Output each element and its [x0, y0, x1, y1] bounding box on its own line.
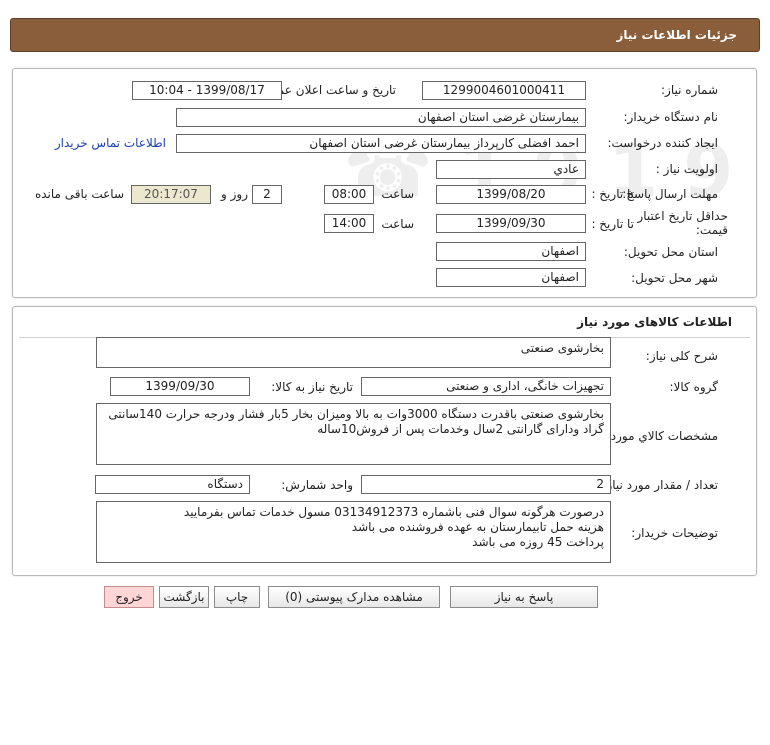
goods-info-panel: 0 2 1 - 8 8 3 4 9 6 7 0 اطلاعات کالاهای …	[12, 306, 757, 576]
validity-label: حداقل تاریخ اعتبار قیمت:	[637, 209, 728, 237]
goods-section-title: اطلاعات کالاهای مورد نیاز	[577, 315, 732, 329]
province-field: اصفهان	[436, 242, 586, 261]
validity-time-label: ساعت	[381, 217, 414, 231]
remaining-time-field: 20:17:07	[131, 185, 211, 204]
creator-label: ایجاد کننده درخواست:	[607, 136, 718, 150]
validity-time-field: 14:00	[324, 214, 374, 233]
need-date-field: 1399/09/30	[110, 377, 250, 396]
attachments-button[interactable]: مشاهده مدارک پیوستی (0)	[268, 586, 440, 608]
unit-field: دستگاه	[95, 475, 250, 494]
qty-label: تعداد / مقدار مورد نیاز:	[602, 478, 718, 492]
page-title: جزئیات اطلاعات نیاز	[616, 28, 737, 42]
reply-button[interactable]: پاسخ به نیاز	[450, 586, 598, 608]
city-field: اصفهان	[436, 268, 586, 287]
notes-label: توضیحات خریدار:	[631, 526, 718, 540]
need-info-panel: ☎ 1 9 1 9 شماره نیاز: 1299004601000411 ت…	[12, 68, 757, 298]
specs-field: بخارشوی صنعتی باقدرت دستگاه 3000وات به ب…	[96, 403, 611, 465]
buyer-label: نام دستگاه خریدار:	[623, 110, 719, 124]
announce-field: 1399/08/17 - 10:04	[132, 81, 282, 100]
page-title-bar: جزئیات اطلاعات نیاز	[10, 18, 760, 52]
notes-field: درصورت هرگونه سوال فنی باشماره 031349123…	[96, 501, 611, 563]
days-field: 2	[252, 185, 282, 204]
buyer-contact-link[interactable]: اطلاعات تماس خریدار	[55, 136, 166, 150]
summary-field: بخارشوی صنعتی	[96, 337, 611, 368]
back-button[interactable]: بازگشت	[159, 586, 209, 608]
priority-field: عادي	[436, 160, 586, 179]
qty-field: 2	[361, 475, 611, 494]
validity-to-date-label: تا تاریخ :	[591, 217, 634, 231]
deadline-time-label: ساعت	[381, 187, 414, 201]
notes-line: پرداخت 45 روزه می باشد	[472, 535, 604, 549]
summary-label: شرح کلی نیاز:	[645, 349, 718, 363]
exit-button[interactable]: خروج	[104, 586, 154, 608]
deadline-to-date-label: تا تاریخ :	[591, 187, 634, 201]
city-label: شهر محل تحویل:	[631, 271, 718, 285]
need-date-label: تاریخ نیاز به کالا:	[271, 380, 353, 394]
unit-label: واحد شمارش:	[281, 478, 353, 492]
need-number-label: شماره نیاز:	[661, 83, 718, 97]
notes-line: درصورت هرگونه سوال فنی باشماره 031349123…	[183, 505, 604, 519]
print-button[interactable]: چاپ	[214, 586, 260, 608]
province-label: استان محل تحویل:	[623, 245, 718, 259]
remaining-label: ساعت باقی مانده	[34, 187, 124, 201]
group-field: تجهیزات خانگی، اداری و صنعتی	[361, 377, 611, 396]
validity-date-field: 1399/09/30	[436, 214, 586, 233]
buyer-field: بیمارستان غرضی استان اصفهان	[176, 108, 586, 127]
deadline-date-field: 1399/08/20	[436, 185, 586, 204]
notes-line: هزینه حمل تابیمارستان به عهده فروشنده می…	[351, 520, 604, 534]
creator-field: احمد افضلی کارپرداز بیمارستان غرضی استان…	[176, 134, 586, 153]
deadline-time-field: 08:00	[324, 185, 374, 204]
need-number-field: 1299004601000411	[422, 81, 586, 100]
deadline-label: مهلت ارسال پاسخ:	[622, 187, 718, 201]
group-label: گروه کالا:	[669, 380, 719, 394]
priority-label: اولویت نیاز :	[655, 162, 718, 176]
days-label: روز و	[221, 187, 248, 201]
